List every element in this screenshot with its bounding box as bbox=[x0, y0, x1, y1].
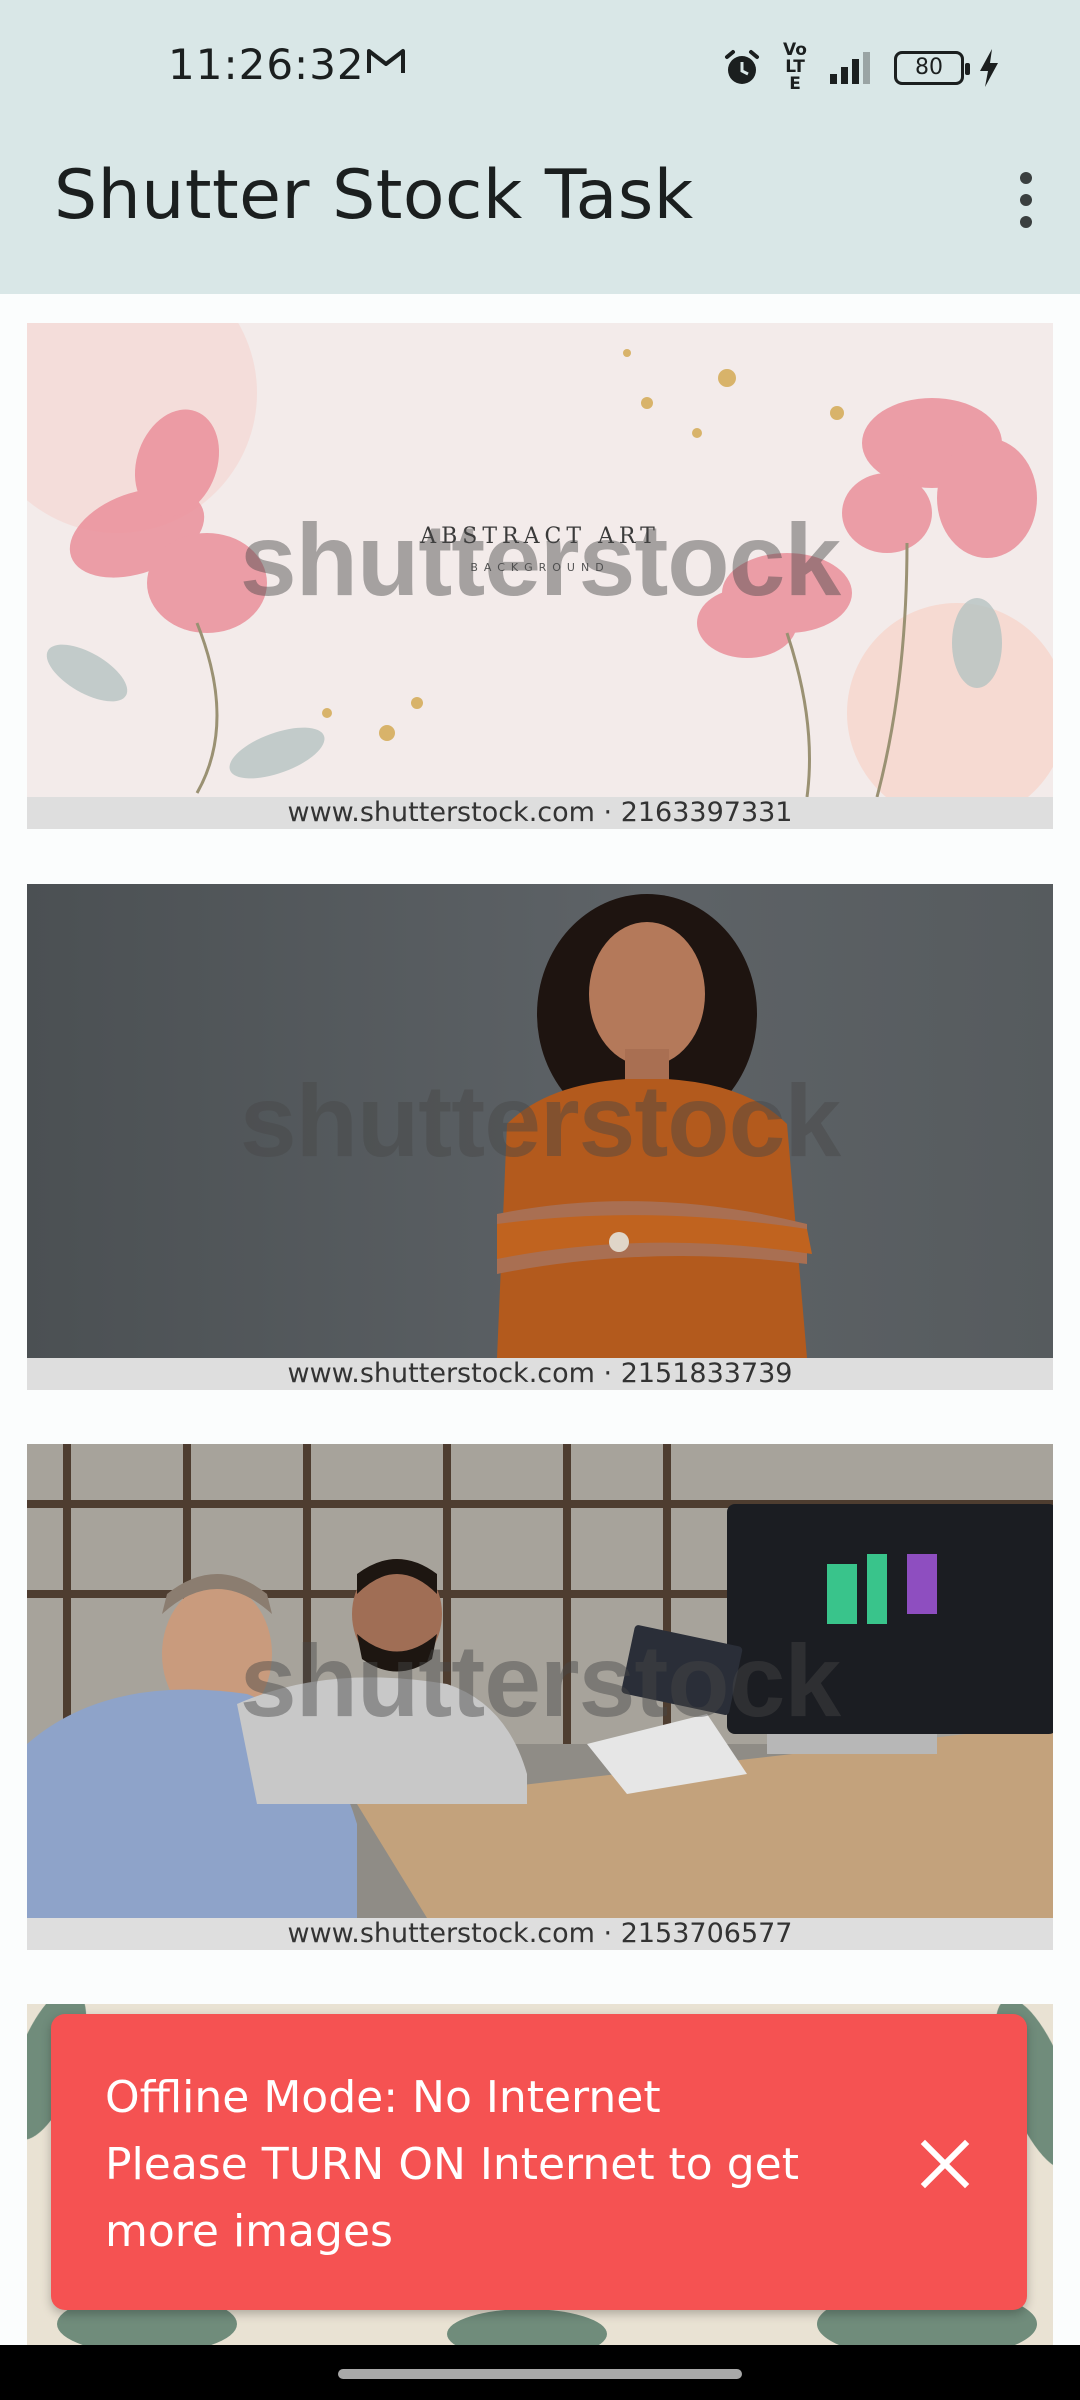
app-title: Shutter Stock Task bbox=[54, 156, 694, 235]
status-bar: 11:26:32 Vo LTE 80 bbox=[0, 0, 1080, 136]
signal-icon bbox=[830, 51, 870, 84]
snackbar-line-1: Offline Mode: No Internet bbox=[105, 2072, 661, 2123]
alarm-icon bbox=[725, 49, 759, 84]
stock-image: ABSTRACT ART BACKGROUND shutterstock bbox=[27, 323, 1053, 797]
image-caption: www.shutterstock.com · 2163397331 bbox=[27, 797, 1053, 829]
snackbar-line-3: more images bbox=[105, 2206, 393, 2257]
image-card[interactable]: ABSTRACT ART BACKGROUND shutterstock www… bbox=[27, 323, 1053, 829]
stock-image: shutterstock bbox=[27, 1444, 1053, 1918]
battery-indicator: 80 bbox=[894, 50, 970, 85]
image-card[interactable]: shutterstock www.shutterstock.com · 2151… bbox=[27, 884, 1053, 1390]
overlay-subtitle: BACKGROUND bbox=[470, 561, 609, 574]
battery-level: 80 bbox=[915, 55, 943, 80]
gmail-icon bbox=[367, 49, 405, 73]
charging-icon bbox=[980, 48, 998, 87]
close-icon[interactable] bbox=[917, 2136, 973, 2192]
snackbar-line-2: Please TURN ON Internet to get bbox=[105, 2139, 799, 2190]
gesture-handle[interactable] bbox=[338, 2369, 742, 2379]
snackbar-message: Offline Mode: No Internet Please TURN ON… bbox=[105, 2064, 865, 2265]
stock-image: shutterstock bbox=[27, 884, 1053, 1358]
offline-snackbar: Offline Mode: No Internet Please TURN ON… bbox=[51, 2014, 1027, 2310]
volte-indicator: Vo LTE bbox=[783, 40, 807, 94]
system-nav-bar bbox=[0, 2345, 1080, 2400]
image-caption: www.shutterstock.com · 2151833739 bbox=[27, 1358, 1053, 1390]
overlay-title: ABSTRACT ART bbox=[419, 524, 660, 549]
more-vert-icon[interactable] bbox=[1002, 166, 1050, 234]
status-time: 11:26:32 bbox=[168, 40, 365, 89]
image-caption: www.shutterstock.com · 2153706577 bbox=[27, 1918, 1053, 1950]
image-card[interactable]: shutterstock www.shutterstock.com · 2153… bbox=[27, 1444, 1053, 1950]
app-header: 11:26:32 Vo LTE 80 Shutter Stock Task bbox=[0, 0, 1080, 294]
